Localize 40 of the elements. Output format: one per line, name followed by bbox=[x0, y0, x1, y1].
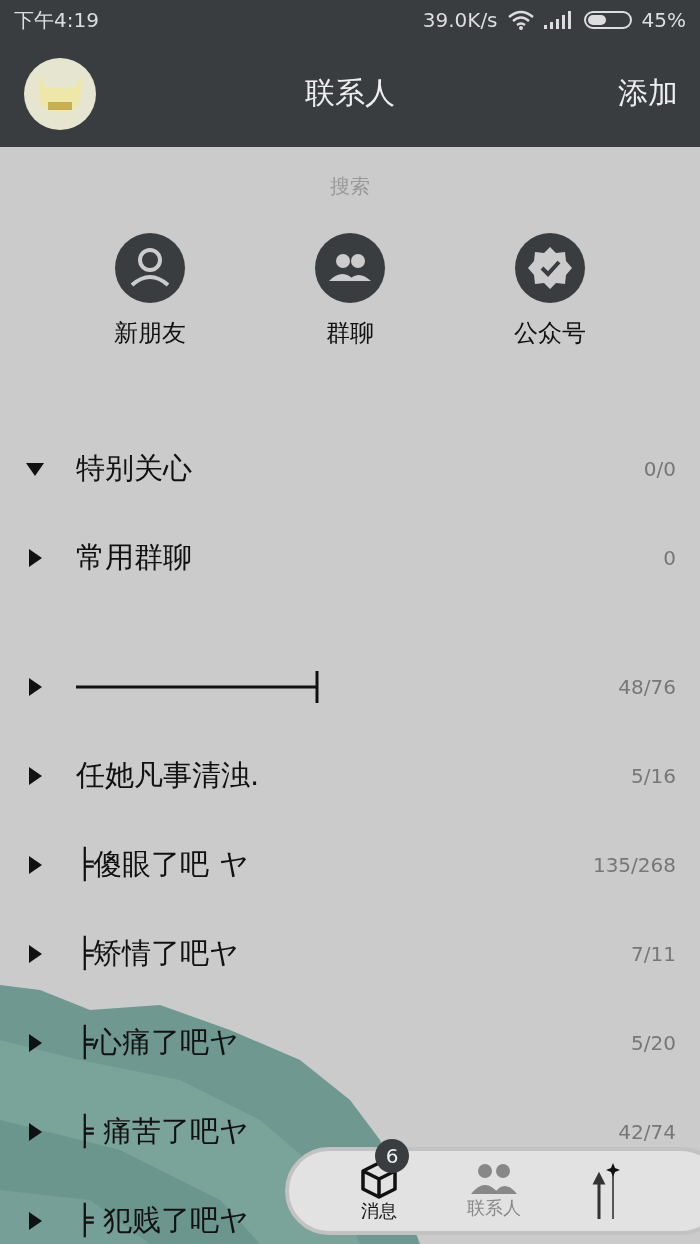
expand-arrow-icon[interactable] bbox=[26, 855, 44, 874]
group-name[interactable]: ╞ 痛苦了吧ヤ bbox=[76, 1111, 249, 1152]
verified-badge-icon[interactable] bbox=[514, 233, 585, 303]
group-count: 5/16 bbox=[631, 763, 676, 788]
shortcut-label: 公众号 bbox=[513, 318, 586, 349]
expand-arrow-icon[interactable] bbox=[26, 944, 44, 963]
group-name[interactable]: ╞傻眼了吧 ヤ bbox=[76, 844, 249, 885]
status-time: 下午4:19 bbox=[14, 6, 99, 34]
add-button[interactable]: 添加 bbox=[618, 73, 678, 114]
group-name[interactable]: 特别关心 bbox=[76, 448, 192, 489]
expand-arrow-icon[interactable] bbox=[26, 548, 44, 567]
expand-arrow-icon[interactable] bbox=[26, 677, 44, 696]
wifi-icon bbox=[507, 10, 534, 30]
group-count: 135/268 bbox=[592, 852, 676, 877]
group-name[interactable]: 常用群聊 bbox=[76, 537, 192, 578]
battery-icon bbox=[583, 11, 632, 29]
header-title: 联系人 bbox=[305, 74, 395, 112]
shortcut-label: 新朋友 bbox=[114, 318, 187, 349]
person-icon[interactable] bbox=[115, 233, 186, 303]
shortcut-label: 群聊 bbox=[326, 318, 374, 349]
expand-arrow-icon[interactable] bbox=[26, 1033, 44, 1052]
group-count: 7/11 bbox=[631, 941, 676, 966]
expand-arrow-icon[interactable] bbox=[26, 1122, 44, 1141]
unread-badge: 6 bbox=[375, 1139, 409, 1173]
group-count: 48/76 bbox=[618, 674, 676, 699]
group-name[interactable]: 任她凡事清浊. bbox=[76, 755, 260, 796]
group-name[interactable]: ╞矫情了吧ヤ bbox=[76, 933, 240, 974]
expand-arrow-icon[interactable] bbox=[26, 1211, 44, 1230]
network-speed: 39.0K/s bbox=[422, 8, 498, 32]
group-count: 42/74 bbox=[618, 1119, 676, 1144]
group-icon[interactable] bbox=[315, 233, 385, 303]
group-count: 5/20 bbox=[631, 1030, 676, 1055]
expand-arrow-icon[interactable] bbox=[26, 766, 44, 785]
group-name[interactable]: ╞心痛了吧ヤ bbox=[76, 1022, 240, 1063]
people-icon bbox=[470, 1162, 518, 1196]
group-count: 0/0 bbox=[643, 456, 676, 481]
group-count: 0 bbox=[663, 545, 676, 570]
avatar-icon[interactable] bbox=[24, 57, 96, 130]
signal-icon bbox=[543, 11, 574, 29]
battery-percent: 45% bbox=[641, 8, 686, 32]
